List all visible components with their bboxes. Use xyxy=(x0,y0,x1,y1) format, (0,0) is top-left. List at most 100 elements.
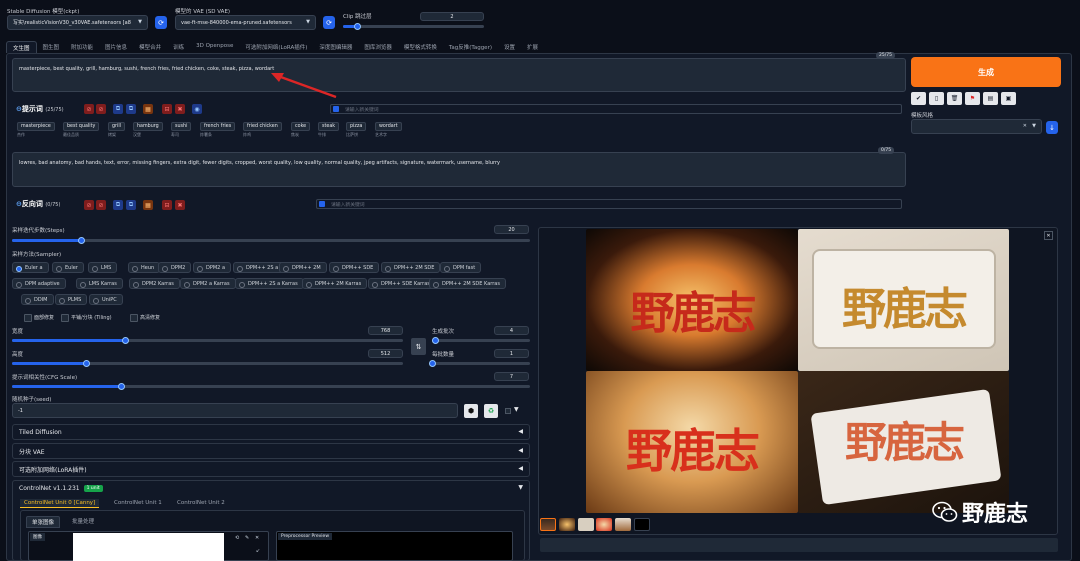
prompt-chip[interactable]: coke 焦炭 xyxy=(291,122,311,138)
prompt-chip[interactable]: fried chicken 炸鸡 xyxy=(243,122,282,138)
gallery-thumb-5[interactable] xyxy=(634,518,650,531)
controlnet-unit-tab-1[interactable]: ControlNet Unit 1 xyxy=(110,499,166,507)
gallery-thumb-grid[interactable] xyxy=(540,518,556,531)
tiled-vae-accordion[interactable]: 分块 VAE ◀ xyxy=(12,443,530,459)
output-image-4[interactable]: 野鹿志 xyxy=(798,371,1009,513)
ckpt-dropdown[interactable]: 写实\realisticVisionV30_v30VAE.safetensors… xyxy=(7,15,148,30)
sampler-option[interactable]: UniPC xyxy=(89,294,123,305)
edit-icon[interactable]: ✎ xyxy=(245,535,249,541)
gallery-thumb-4[interactable] xyxy=(615,518,631,531)
single-image-tab[interactable]: 单张图像 xyxy=(26,516,61,528)
trash-icon[interactable]: ✖ xyxy=(175,200,185,210)
clear-icon[interactable]: ⊘ xyxy=(84,104,94,114)
trash-icon[interactable]: 🗑 xyxy=(947,92,962,105)
tab-5[interactable]: 训练 xyxy=(167,41,190,53)
batch-size-slider[interactable] xyxy=(429,360,530,367)
sampler-option[interactable]: DPM++ SDE Karras xyxy=(368,278,436,289)
globe-icon[interactable]: ◉ xyxy=(192,104,202,114)
translate-icon[interactable]: ▦ xyxy=(143,104,153,114)
controlnet-unit-tab-2[interactable]: ControlNet Unit 2 xyxy=(173,499,229,507)
check-icon[interactable]: ✔ xyxy=(911,92,926,105)
batch-count-input[interactable]: 4 xyxy=(494,326,529,335)
flag-icon[interactable]: ⚑ xyxy=(965,92,980,105)
random-seed-button[interactable]: ⬢ xyxy=(464,404,478,418)
negative-keyword-input[interactable]: 请输入新关键词 xyxy=(316,199,902,209)
tab-11[interactable]: Tag反推(Tagger) xyxy=(443,41,498,53)
output-image-2[interactable]: 野鹿志 xyxy=(798,229,1009,371)
tab-3[interactable]: 图片信息 xyxy=(99,41,133,53)
sampler-option[interactable]: LMS xyxy=(88,262,118,273)
undo-icon[interactable]: ⊟ xyxy=(162,200,172,210)
seed-input[interactable]: -1 xyxy=(12,403,458,418)
apply-style-button[interactable]: ↓ xyxy=(1046,121,1058,134)
generate-button[interactable]: 生成 xyxy=(911,57,1061,87)
paste-icon[interactable]: ⧉ xyxy=(126,200,136,210)
gallery-thumb-1[interactable] xyxy=(559,518,575,531)
sampler-option[interactable]: PLMS xyxy=(55,294,88,305)
sampler-option[interactable]: DPM++ 2M SDE xyxy=(381,262,441,273)
reuse-seed-button[interactable]: ♻ xyxy=(484,404,498,418)
tab-9[interactable]: 图库浏览器 xyxy=(358,41,398,53)
sampler-option[interactable]: DPM2 a xyxy=(193,262,232,273)
steps-slider[interactable] xyxy=(12,237,530,244)
sampler-option[interactable]: DPM++ SDE xyxy=(329,262,380,273)
sampler-option[interactable]: DPM adaptive xyxy=(12,278,66,289)
prompt-chip[interactable]: masterpiece 杰作 xyxy=(17,122,55,138)
batch-tab[interactable]: 批量处理 xyxy=(72,517,94,525)
width-input[interactable]: 768 xyxy=(368,326,403,335)
refresh-vae-button[interactable]: ⟳ xyxy=(323,16,335,29)
paste-icon[interactable]: ⧉ xyxy=(126,104,136,114)
width-slider[interactable] xyxy=(12,337,403,344)
vae-dropdown[interactable]: vae-ft-mse-840000-ema-pruned.safetensors… xyxy=(175,15,316,30)
sampler-option[interactable]: Euler xyxy=(52,262,84,273)
style-dropdown[interactable]: ✕ ▼ xyxy=(911,119,1042,134)
batch-size-input[interactable]: 1 xyxy=(494,349,529,358)
clip-skip-input[interactable]: 2 xyxy=(420,12,484,21)
sampler-option[interactable]: Heun xyxy=(128,262,161,273)
tiled-diffusion-accordion[interactable]: Tiled Diffusion ◀ xyxy=(12,424,530,440)
hires-checkbox[interactable]: 高清修复 xyxy=(130,314,160,322)
tab-10[interactable]: 模型格式转换 xyxy=(398,41,443,53)
sampler-option[interactable]: DPM2 Karras xyxy=(129,278,180,289)
negative-section-header[interactable]: ⊖反向词 (0/75) xyxy=(16,199,60,209)
sampler-option[interactable]: DPM++ 2S a Karras xyxy=(235,278,304,289)
prompt-chip[interactable]: grill 烤架 xyxy=(108,122,126,138)
checkbox-icon[interactable] xyxy=(319,201,325,207)
clear-alt-icon[interactable]: ⊘ xyxy=(96,104,106,114)
tab-12[interactable]: 设置 xyxy=(498,41,521,53)
cfg-slider[interactable] xyxy=(12,383,530,390)
lora-accordion[interactable]: 可选附加网络(LoRA插件) ◀ xyxy=(12,461,530,477)
sampler-option[interactable]: DPM++ 2M Karras xyxy=(302,278,368,289)
sampler-option[interactable]: LMS Karras xyxy=(76,278,123,289)
prompt-textarea[interactable]: masterpiece, best quality, grill, hambur… xyxy=(12,58,906,92)
clear-icon[interactable]: ⊘ xyxy=(84,200,94,210)
prompt-chip[interactable]: wordart 艺术字 xyxy=(375,122,402,138)
translate-icon[interactable]: ▦ xyxy=(143,200,153,210)
prompt-chip[interactable]: sushi 寿司 xyxy=(171,122,192,138)
sampler-option[interactable]: DPM++ 2M SDE Karras xyxy=(429,278,506,289)
tab-4[interactable]: 模型合并 xyxy=(133,41,167,53)
tab-1[interactable]: 图生图 xyxy=(37,41,66,53)
prompt-chip[interactable]: pizza 比萨饼 xyxy=(346,122,367,138)
prompt-chip[interactable]: steak 牛排 xyxy=(318,122,340,138)
prompt-keyword-input[interactable]: 请输入新关键词 xyxy=(330,104,902,114)
tab-13[interactable]: 扩展 xyxy=(521,41,544,53)
copy-icon[interactable]: ⧉ xyxy=(113,104,123,114)
undo-icon[interactable]: ⊟ xyxy=(162,104,172,114)
height-slider[interactable] xyxy=(12,360,403,367)
prompt-chip[interactable]: hamburg 汉堡 xyxy=(133,122,163,138)
sampler-option[interactable]: DPM2 a Karras xyxy=(180,278,236,289)
controlnet-unit-tab-0[interactable]: ControlNet Unit 0 [Canny] xyxy=(20,499,100,508)
undo-icon[interactable]: ⟲ xyxy=(235,535,239,541)
close-icon[interactable]: ✕ xyxy=(255,535,259,541)
sampler-option[interactable]: DPM fast xyxy=(440,262,482,273)
tab-6[interactable]: 3D Openpose xyxy=(190,41,239,53)
tiling-checkbox[interactable]: 平铺/分块 (Tiling) xyxy=(61,314,112,322)
sampler-option[interactable]: Euler a xyxy=(12,262,49,273)
close-icon[interactable]: ✕ xyxy=(1044,231,1053,240)
prompt-chip[interactable]: best quality 最佳品质 xyxy=(63,122,100,138)
copy-icon[interactable]: ⧉ xyxy=(113,200,123,210)
tab-2[interactable]: 附加功能 xyxy=(65,41,99,53)
sampler-option[interactable]: DPM++ 2S a xyxy=(233,262,285,273)
controlnet-input-image[interactable] xyxy=(73,533,224,561)
